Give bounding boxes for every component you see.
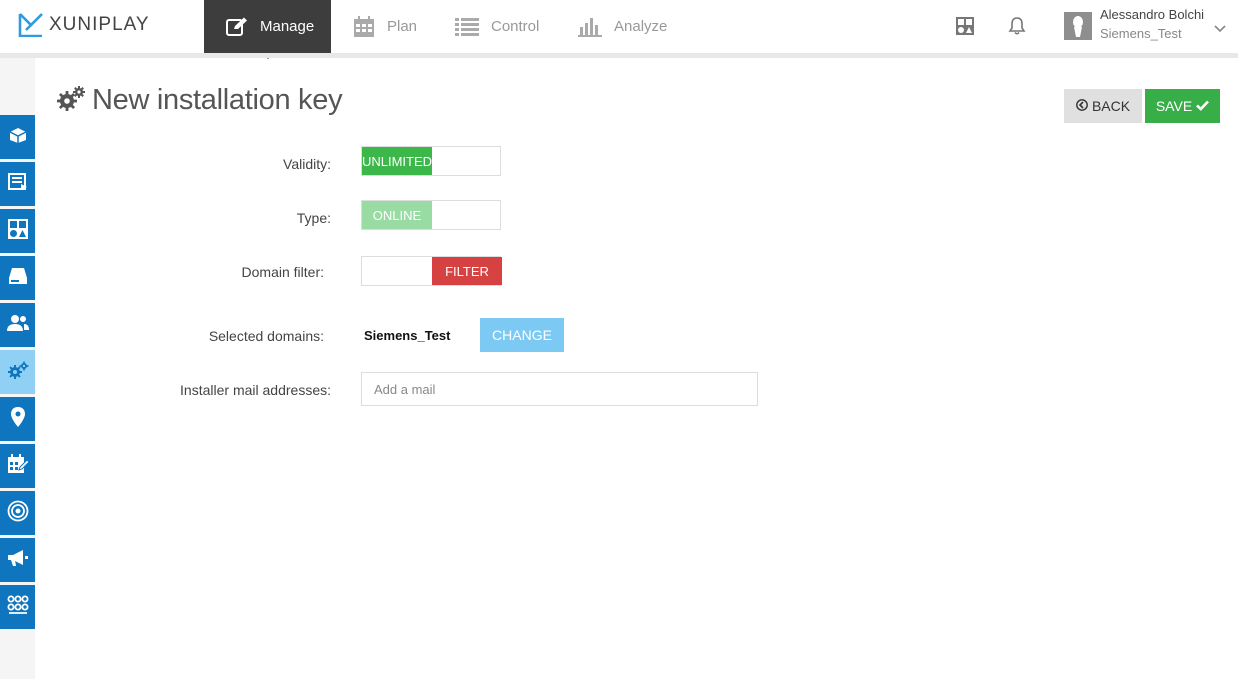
calendar-edit-icon: [7, 453, 30, 479]
hard-drive-icon: [8, 267, 28, 290]
type-toggle[interactable]: ONLINE: [361, 200, 501, 230]
list-icon: [455, 17, 479, 36]
gears-icon: [7, 361, 29, 384]
map-marker-icon: [10, 406, 25, 432]
topbar-divider: [0, 53, 1238, 58]
save-button-label: SAVE: [1155, 98, 1193, 114]
megaphone-icon: [7, 549, 29, 572]
nav-plan-label: Plan: [387, 18, 418, 35]
playlist-icon: [7, 172, 28, 196]
nav-analyze[interactable]: Analyze: [578, 0, 667, 53]
page-header: New installation key: [56, 84, 343, 117]
validity-toggle-on[interactable]: UNLIMITED: [362, 147, 432, 175]
app-logo[interactable]: XUNIPLAY: [18, 11, 150, 39]
selected-domains-label: Selected domains:: [208, 328, 324, 344]
layout-switch-icon[interactable]: [955, 16, 975, 36]
nav-manage-label: Manage: [260, 18, 315, 35]
sidebar-item-players[interactable]: [0, 256, 35, 300]
type-label: Type:: [296, 210, 331, 226]
validity-label: Validity:: [283, 156, 331, 172]
user-name[interactable]: Alessandro Bolchi: [1100, 7, 1204, 22]
sidebar-item-layouts[interactable]: [0, 209, 35, 253]
validity-toggle[interactable]: UNLIMITED: [361, 146, 501, 176]
sidebar-item-playlists[interactable]: [0, 162, 35, 206]
gears-icon: [56, 85, 86, 116]
bell-icon[interactable]: [1007, 16, 1027, 36]
page-title: New installation key: [92, 84, 343, 116]
save-button[interactable]: SAVE: [1145, 89, 1220, 123]
sidebar-item-network[interactable]: [0, 585, 35, 629]
domain-filter-label: Domain filter:: [241, 264, 324, 280]
avatar[interactable]: [1064, 12, 1092, 40]
logo-text: XUNIPLAY: [49, 14, 150, 35]
users-icon: [6, 314, 29, 336]
installer-mail-input[interactable]: [361, 372, 758, 406]
top-navigation-bar: XUNIPLAY Manage Plan Control Analyze Ale…: [0, 0, 1238, 59]
domain-filter-toggle-on[interactable]: FILTER: [432, 257, 502, 285]
network-icon: [7, 595, 29, 620]
user-domain: Siemens_Test: [1100, 26, 1182, 41]
sidebar-item-installation-keys[interactable]: [0, 350, 35, 394]
sidebar-item-users[interactable]: [0, 303, 35, 347]
layout-icon: [7, 218, 28, 244]
change-domains-button[interactable]: CHANGE: [480, 318, 564, 352]
sidebar-item-broadcast[interactable]: [0, 491, 35, 535]
sidebar-item-schedules[interactable]: [0, 444, 35, 488]
back-button-label: BACK: [1091, 98, 1131, 114]
sidebar-item-locations[interactable]: [0, 397, 35, 441]
broadcast-icon: [7, 500, 29, 527]
selected-domain-value: Siemens_Test: [364, 328, 451, 343]
bar-chart-icon: [578, 17, 602, 37]
type-toggle-on[interactable]: ONLINE: [362, 201, 432, 229]
nav-control[interactable]: Control: [455, 0, 539, 53]
nav-manage[interactable]: Manage: [204, 0, 331, 59]
edit-icon: [226, 17, 248, 37]
arrow-circle-left-icon: [1076, 98, 1088, 114]
cube-icon: [8, 126, 28, 149]
nav-plan[interactable]: Plan: [353, 0, 417, 53]
sidebar-item-campaigns[interactable]: [0, 538, 35, 582]
installer-mail-label: Installer mail addresses:: [180, 382, 331, 398]
check-icon: [1196, 98, 1210, 114]
back-button[interactable]: BACK: [1064, 89, 1142, 123]
nav-control-label: Control: [491, 18, 540, 35]
nav-analyze-label: Analyze: [614, 18, 668, 35]
domain-filter-toggle[interactable]: FILTER: [361, 256, 502, 286]
chevron-down-icon[interactable]: [1214, 20, 1226, 38]
xuniplay-logo-icon: [18, 13, 43, 37]
calendar-icon: [353, 15, 375, 38]
sidebar-item-contents[interactable]: [0, 115, 35, 159]
